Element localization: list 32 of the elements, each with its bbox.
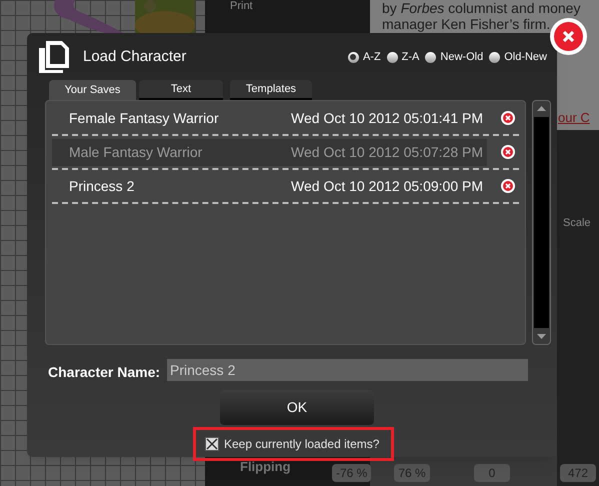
dialog-title: Load Character — [83, 46, 186, 67]
tab[interactable]: Your Saves — [49, 80, 136, 100]
tab[interactable]: Templates — [230, 80, 312, 100]
checkbox[interactable] — [205, 437, 219, 451]
save-date: Wed Oct 10 2012 05:01:41 PM — [291, 108, 483, 128]
save-name: Male Fantasy Warrior — [69, 142, 202, 162]
sort-radio[interactable]: New-Old — [425, 48, 484, 66]
article-text: by Forbes columnist and money — [382, 0, 580, 16]
save-date: Wed Oct 10 2012 05:09:00 PM — [291, 176, 483, 196]
save-name: Female Fantasy Warrior — [69, 108, 219, 128]
flipping-label: Flipping — [240, 458, 291, 476]
name-input[interactable]: Princess 2 — [167, 359, 528, 381]
name-label: Character Name: — [48, 363, 160, 382]
checkbox-label: Keep currently loaded items? — [224, 436, 380, 453]
sort-radio[interactable]: Old-New — [489, 48, 547, 66]
tab[interactable]: Text — [139, 80, 223, 100]
sort-radio[interactable]: A-Z — [348, 48, 381, 66]
article-text: manager Ken Fisher’s firm. — [382, 16, 550, 32]
save-row[interactable]: Princess 2 Wed Oct 10 2012 05:09:00 PM — [52, 172, 487, 200]
scrollbar[interactable] — [532, 100, 551, 345]
documents-icon — [37, 40, 71, 74]
delete-icon[interactable] — [501, 145, 515, 159]
save-row[interactable]: Male Fantasy Warrior Wed Oct 10 2012 05:07:28 PM — [52, 138, 487, 166]
save-name: Princess 2 — [69, 176, 134, 196]
save-row[interactable]: Female Fantasy Warrior Wed Oct 10 2012 05:01:41 PM — [52, 104, 487, 132]
save-date: Wed Oct 10 2012 05:07:28 PM — [291, 142, 483, 162]
delete-icon[interactable] — [501, 179, 515, 193]
scale-label: Scale — [563, 216, 591, 231]
sort-radio[interactable]: Z-A — [386, 48, 420, 66]
delete-icon[interactable] — [501, 111, 515, 125]
ok-button[interactable]: OK — [220, 390, 374, 425]
print-label: Print — [230, 0, 253, 12]
